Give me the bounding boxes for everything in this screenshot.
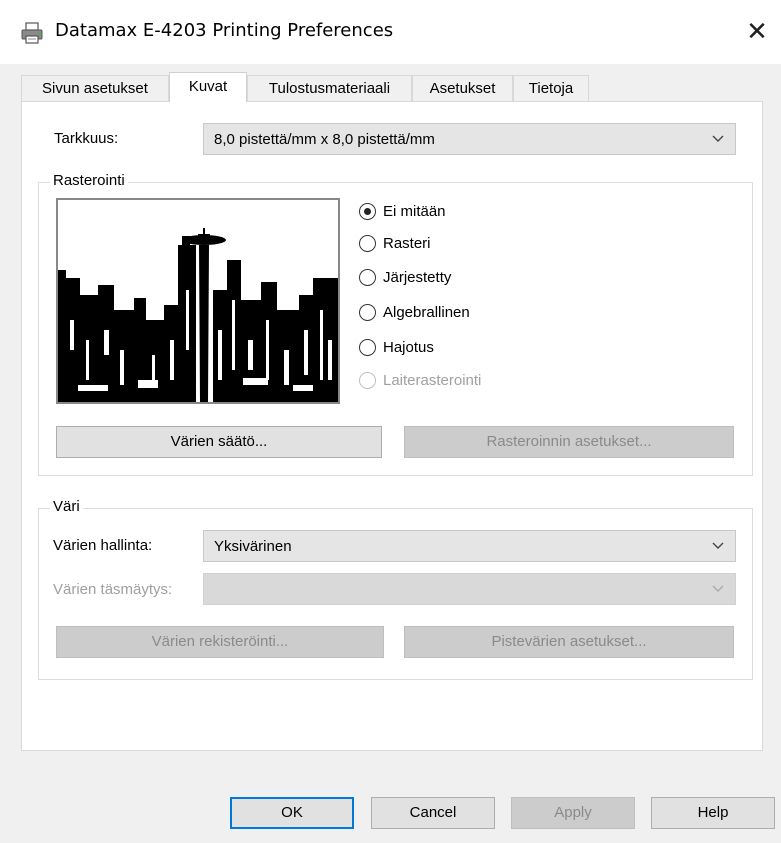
color-adjust-button[interactable]: Värien säätö... [56,426,382,458]
color-matching-label: Värien täsmäytys: [53,581,173,598]
resolution-dropdown[interactable]: 8,0 pistettä/mm x 8,0 pistettä/mm [203,123,736,155]
radio-label: Ei mitään [383,203,446,220]
apply-button: Apply [511,797,635,829]
window-title: Datamax E-4203 Printing Preferences [55,20,394,41]
cancel-button[interactable]: Cancel [371,797,495,829]
spot-color-settings-button: Pistevärien asetukset... [404,626,734,658]
chevron-down-icon [712,585,724,592]
color-matching-dropdown [203,573,736,605]
radio-label: Laiterasterointi [383,372,482,389]
tab-label: Kuvat [188,78,228,95]
tab-label: Sivun asetukset [42,80,148,97]
color-management-value: Yksivärinen [214,538,292,555]
color-group-title: Väri [50,498,83,515]
tab-sivun-asetukset[interactable]: Sivun asetukset [21,75,169,101]
help-button[interactable]: Help [651,797,775,829]
radio-label: Järjestetty [383,269,452,286]
radio-label: Rasteri [383,235,431,252]
tab-tietoja[interactable]: Tietoja [513,75,589,101]
tab-tulostusmateriaali[interactable]: Tulostusmateriaali [247,75,412,101]
printing-preferences-dialog: Datamax E-4203 Printing Preferences ✕ Si… [0,0,781,843]
color-register-button: Värien rekisteröinti... [56,626,384,658]
color-management-dropdown[interactable]: Yksivärinen [203,530,736,562]
tab-label: Tulostusmateriaali [268,80,391,97]
tab-label: Asetukset [429,80,496,97]
dither-preview-image [56,198,340,404]
title-bar: Datamax E-4203 Printing Preferences ✕ [0,0,781,64]
chevron-down-icon [712,135,724,142]
radio-selected-dot [364,208,371,215]
radio-circle [359,372,376,389]
color-management-label: Värien hallinta: [53,537,153,554]
close-icon: ✕ [746,17,768,47]
radio-circle [359,269,376,286]
radio-circle [359,203,376,220]
skyline-preview-graphic [58,200,338,402]
radio-label: Algebrallinen [383,304,470,321]
resolution-value: 8,0 pistettä/mm x 8,0 pistettä/mm [214,131,435,148]
tab-label: Tietoja [528,80,574,97]
radio-circle [359,339,376,356]
resolution-label: Tarkkuus: [54,130,119,147]
tab-kuvat[interactable]: Kuvat [169,72,247,102]
dither-settings-button: Rasteroinnin asetukset... [404,426,734,458]
chevron-down-icon [712,542,724,549]
radio-label: Hajotus [383,339,434,356]
radio-circle [359,235,376,252]
dithering-group-title: Rasterointi [50,172,128,189]
tab-asetukset[interactable]: Asetukset [412,75,513,101]
ok-button[interactable]: OK [230,797,354,829]
radio-circle [359,304,376,321]
printer-icon [21,22,43,44]
close-button[interactable]: ✕ [735,8,779,56]
